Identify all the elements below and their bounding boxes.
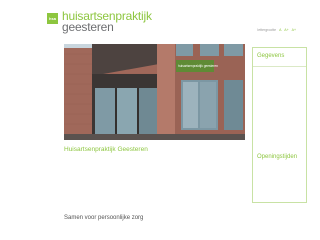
practice-building-photo: huisartsenpraktijk geesteren (64, 44, 245, 140)
text-size-larger[interactable]: A+ (292, 28, 296, 32)
text-size-control: lettergrootte A A+ A+ (257, 28, 296, 32)
sidebar-heading-openingstijden[interactable]: Openingstijden (257, 154, 297, 160)
info-sidebar: Gegevens Openingstijden (252, 47, 307, 203)
logo-subtitle: geesteren (62, 20, 114, 34)
sidebar-heading-gegevens[interactable]: Gegevens (257, 53, 284, 59)
building-sign-text: huisartsenpraktijk geesteren (178, 64, 218, 68)
photo-caption: Huisartsenpraktijk Geesteren (64, 146, 148, 153)
text-size-label: lettergrootte (257, 28, 277, 32)
text-size-normal[interactable]: A (279, 28, 281, 32)
sidebar-divider (253, 66, 306, 67)
footer-tagline: Samen voor persoonlijke zorg (64, 215, 144, 221)
text-size-large[interactable]: A+ (284, 28, 288, 32)
logo-mark-icon: hsa (47, 13, 58, 24)
